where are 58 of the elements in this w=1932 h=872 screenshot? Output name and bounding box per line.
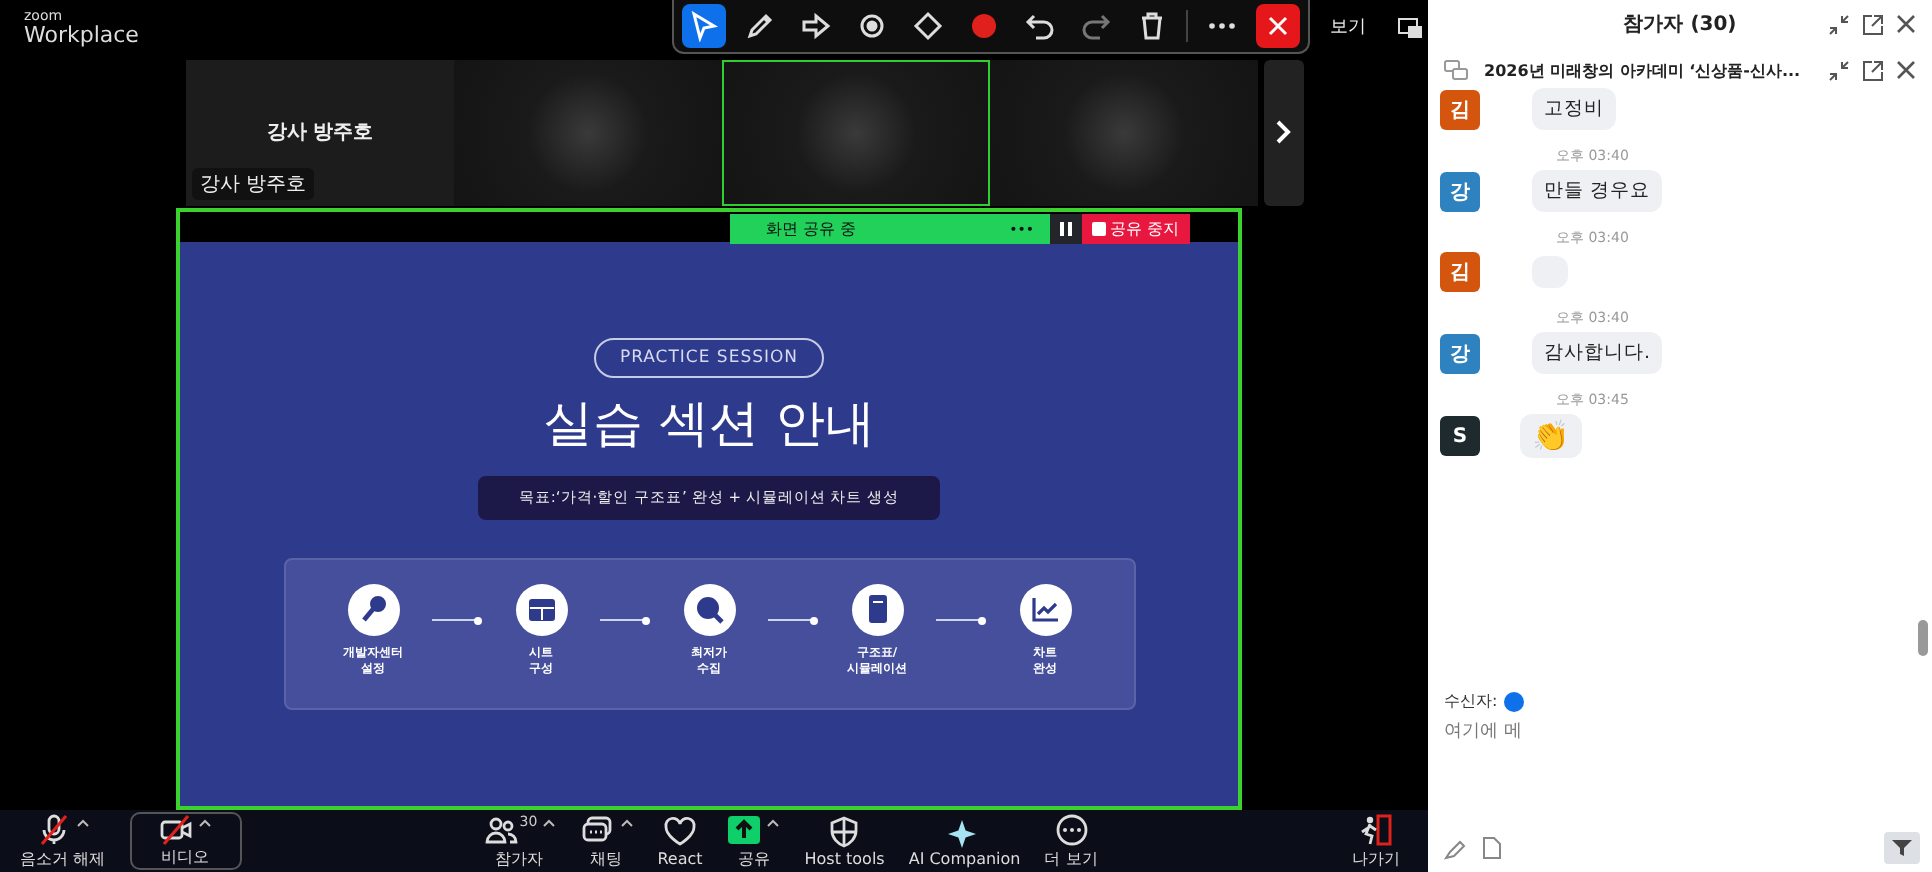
stop-icon <box>1092 222 1106 237</box>
caret-icon[interactable] <box>619 817 634 828</box>
close-icon[interactable] <box>1896 14 1916 34</box>
file-icon[interactable] <box>1482 836 1502 860</box>
recipient-label: 수신자: <box>1444 690 1498 712</box>
connector-line <box>935 616 987 627</box>
close-tool-icon[interactable] <box>1256 4 1300 49</box>
name-tag: 강사 방주호 <box>192 168 315 201</box>
avatar: 강 <box>1440 171 1480 211</box>
avatar: 강 <box>1440 333 1480 373</box>
caret-icon[interactable] <box>541 817 556 828</box>
scrollbar[interactable] <box>1918 620 1928 656</box>
message-bubble: 고정비 <box>1532 88 1616 130</box>
leave-button[interactable]: 나가기 <box>1340 812 1413 871</box>
slide-title: 실습 섹션 안내 <box>543 392 875 457</box>
key-icon <box>347 584 399 637</box>
host-button[interactable]: Host tools <box>792 812 897 871</box>
emoji-reaction: 👏 <box>1520 414 1582 458</box>
connector-line <box>767 616 819 627</box>
pop-out-icon[interactable] <box>1862 13 1884 35</box>
chat-button[interactable]: 채팅 <box>567 812 646 871</box>
caret-icon[interactable] <box>198 818 213 829</box>
view-button[interactable]: 보기 <box>1330 14 1366 41</box>
calculator-icon <box>851 584 903 637</box>
table-icon <box>515 584 567 637</box>
avatar: 김 <box>1440 252 1480 292</box>
collapse-icon[interactable] <box>1828 59 1850 81</box>
chat-title: 2026년 미래창의 아카데미 ‘신상품-신사... <box>1484 59 1801 81</box>
more-button[interactable]: 더 보기 <box>1032 812 1110 871</box>
message-bubble: 감사합니다. <box>1532 332 1663 374</box>
caret-icon[interactable] <box>766 817 781 828</box>
ai-button[interactable]: AI Companion <box>896 812 1033 871</box>
message-bubble: 만들 경우요 <box>1532 170 1663 212</box>
pop-out-icon[interactable] <box>1862 59 1884 81</box>
pause-icon[interactable] <box>1050 214 1082 245</box>
panel-title: 참가자 (30) <box>1623 12 1737 38</box>
select-tool-icon[interactable] <box>682 4 726 49</box>
chart-icon <box>1019 584 1071 637</box>
close-icon[interactable] <box>1896 60 1916 80</box>
caret-icon[interactable] <box>75 817 90 828</box>
chat-icon <box>1444 59 1468 81</box>
window-mode-icon[interactable] <box>1398 17 1422 38</box>
participant-name: 강사 방주호 <box>266 120 374 147</box>
mic-button[interactable]: 음소거 해제 <box>8 812 118 871</box>
avatar: 김 <box>1440 89 1480 129</box>
connector-line <box>431 616 483 627</box>
share-button[interactable]: 공유 <box>714 812 793 871</box>
format-icon[interactable] <box>1444 837 1466 859</box>
price-icon <box>683 584 735 637</box>
connector-line <box>599 616 651 627</box>
react-button[interactable]: React <box>645 812 715 871</box>
avatar: S <box>1440 416 1480 456</box>
recipient-chip[interactable] <box>1503 691 1524 711</box>
collapse-icon[interactable] <box>1828 13 1850 35</box>
session-badge: PRACTICE SESSION <box>593 338 825 379</box>
video-button[interactable]: 비디오 <box>129 812 242 871</box>
stop-share-button[interactable]: 공유 중지 <box>1082 214 1190 245</box>
exit-icon <box>1358 813 1395 846</box>
